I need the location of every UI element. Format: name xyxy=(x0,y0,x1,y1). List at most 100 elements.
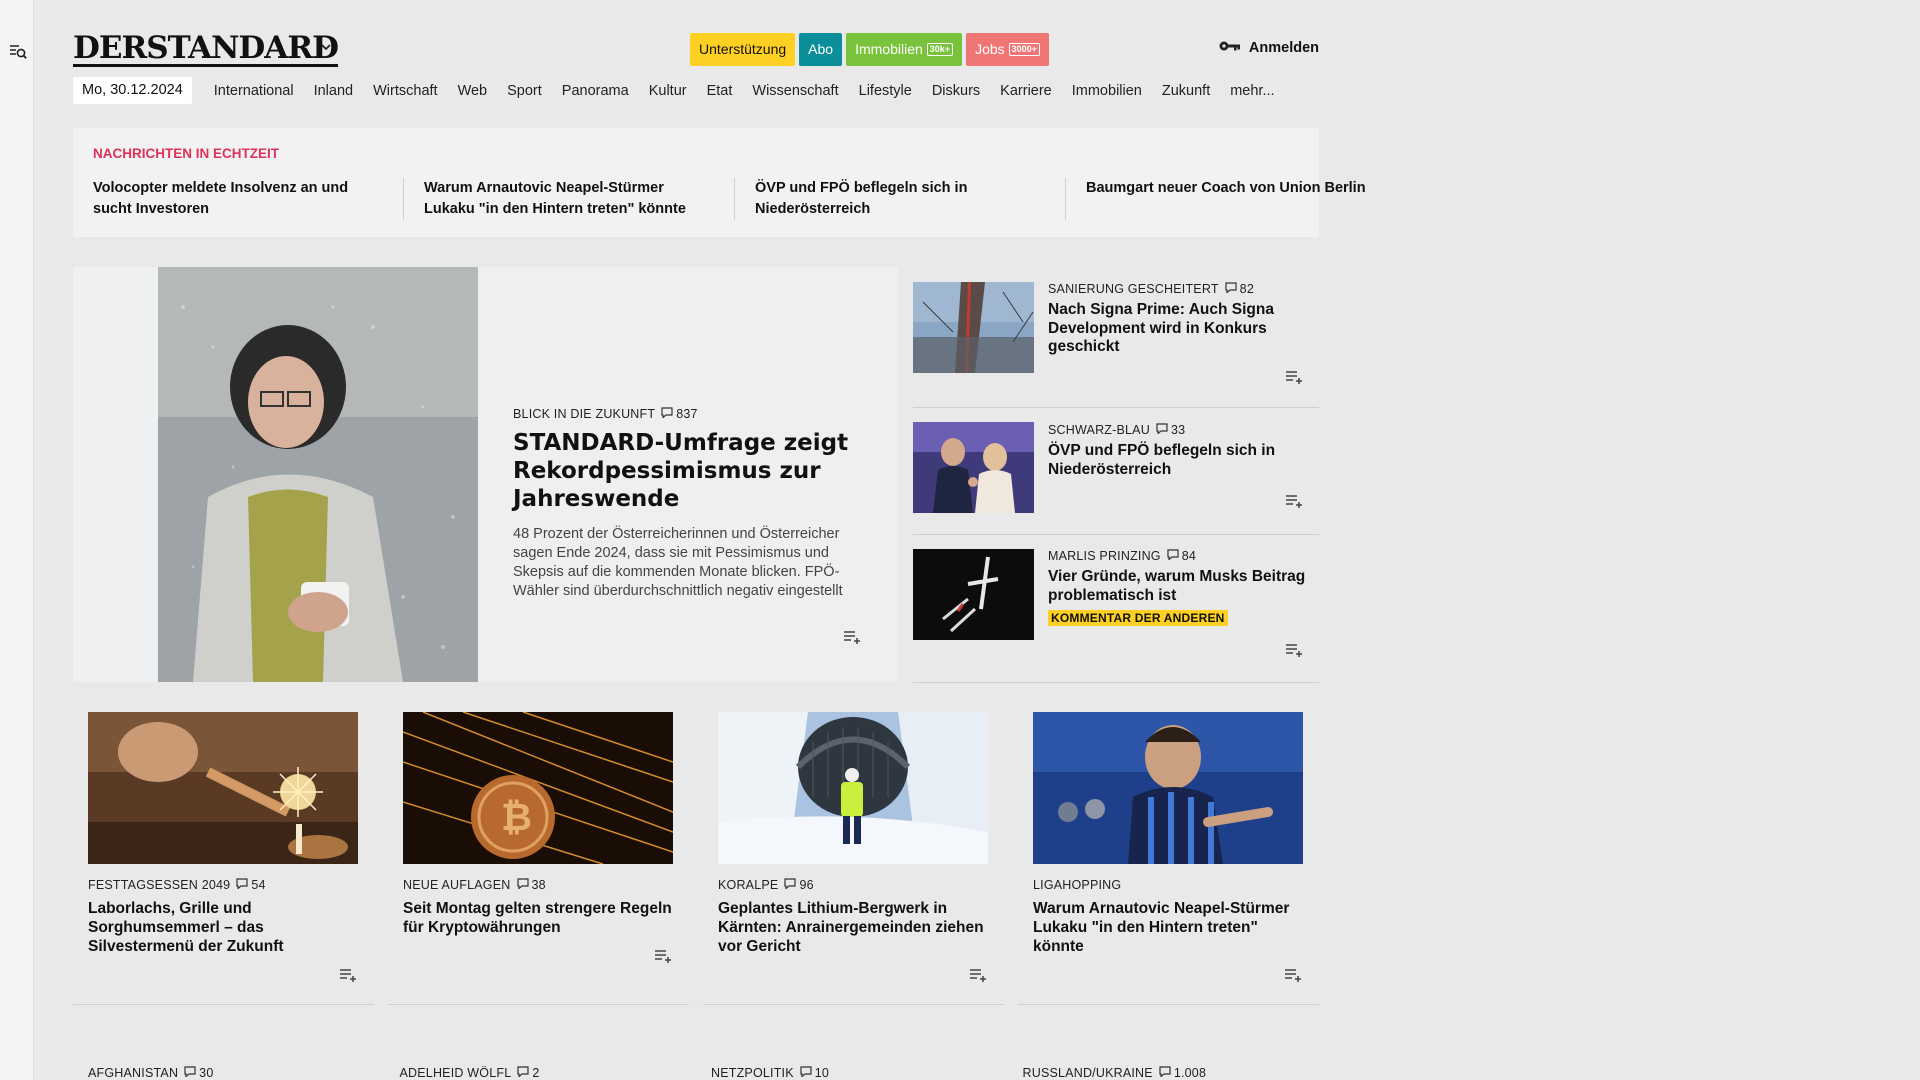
comment-icon xyxy=(236,878,248,892)
nav-item-diskurs[interactable]: Diskurs xyxy=(922,83,990,99)
article-card[interactable]: LIGAHOPPING Warum Arnautovic Neapel-Stür… xyxy=(1018,712,1319,1005)
hero-image xyxy=(73,267,478,682)
comment-count[interactable]: 10 xyxy=(800,1066,829,1080)
nav-item-karriere[interactable]: Karriere xyxy=(990,83,1062,99)
article-card[interactable]: ₿ NEUE AUFLAGEN 38 Seit Montag gelten str… xyxy=(388,712,689,1005)
nav-item-zukunft[interactable]: Zukunft xyxy=(1152,83,1220,99)
menu-search-icon[interactable] xyxy=(9,42,27,60)
side-article[interactable]: SCHWARZ-BLAU 33 ÖVP und FPÖ beflegeln sic… xyxy=(913,408,1319,535)
comment-count[interactable]: 54 xyxy=(236,878,265,892)
article-title[interactable]: Seit Montag gelten strengere Regeln für … xyxy=(403,899,673,937)
left-rail xyxy=(0,0,34,1080)
nav-item-etat[interactable]: Etat xyxy=(697,83,743,99)
comment-count[interactable]: 30 xyxy=(184,1066,213,1080)
article-title[interactable]: Warum Arnautovic Neapel-Stürmer Lukaku "… xyxy=(1033,899,1303,956)
nav-item-lifestyle[interactable]: Lifestyle xyxy=(849,83,922,99)
jobs-label: Jobs xyxy=(975,41,1005,57)
add-to-list-icon[interactable] xyxy=(654,949,674,963)
article-title[interactable]: Vier Gründe, warum Musks Beitrag problem… xyxy=(1048,568,1308,605)
comment-count-value: 82 xyxy=(1239,282,1254,296)
side-article[interactable]: SANIERUNG GESCHEITERT 82 Nach Signa Prime… xyxy=(913,267,1319,408)
immobilien-label: Immobilien xyxy=(855,41,923,57)
comment-count[interactable]: 2 xyxy=(517,1066,539,1080)
nav-item-immobilien[interactable]: Immobilien xyxy=(1062,83,1152,99)
article-image: ₿ xyxy=(403,712,673,864)
comment-count[interactable]: 38 xyxy=(516,878,546,892)
login-button[interactable]: Anmelden xyxy=(1219,40,1319,56)
comment-count[interactable]: 84 xyxy=(1167,549,1196,563)
comment-icon xyxy=(784,878,797,892)
nav-item-international[interactable]: International xyxy=(204,83,304,99)
comment-count-value: 30 xyxy=(199,1066,214,1080)
ticker-item[interactable]: Baumgart neuer Coach von Union Berlin xyxy=(1086,178,1397,220)
kicker-label: LIGAHOPPING xyxy=(1033,878,1122,892)
hero-kicker: BLICK IN DIE ZUKUNFT 837 xyxy=(513,407,873,421)
hero-kicker-label: BLICK IN DIE ZUKUNFT xyxy=(513,407,656,421)
comment-count[interactable]: 33 xyxy=(1156,423,1185,437)
promo-bar: Unterstützung Abo Immobilien 30k+ Jobs 300… xyxy=(690,33,1049,66)
kicker-label: KORALPE xyxy=(718,878,779,892)
hero-title[interactable]: STANDARD-Umfrage zeigt Re­kordpessimismu… xyxy=(513,429,873,513)
comment-count-value: 84 xyxy=(1181,549,1197,563)
add-to-list-icon[interactable] xyxy=(1285,370,1305,384)
comment-icon xyxy=(1159,1066,1171,1080)
comment-count[interactable]: 82 xyxy=(1225,282,1254,296)
article-title[interactable]: Nach Signa Prime: Auch Signa Development… xyxy=(1048,301,1308,357)
article-thumbnail xyxy=(913,549,1034,640)
article-grid: FESTTAGSESSEN 2049 54 Laborlachs, Grille … xyxy=(73,712,1319,1005)
comment-icon xyxy=(516,878,529,892)
support-button[interactable]: Unterstützung xyxy=(690,33,796,66)
kicker-label: FESTTAGSESSEN 2049 xyxy=(88,878,231,892)
nav-item-wissenschaft[interactable]: Wissenschaft xyxy=(742,83,848,99)
article-title[interactable]: ÖVP und FPÖ beflegeln sich in Niederöste… xyxy=(1048,442,1308,479)
nav-item-kultur[interactable]: Kultur xyxy=(639,83,697,99)
comment-count-value: 54 xyxy=(251,878,266,892)
nav-item-wirtschaft[interactable]: Wirtschaft xyxy=(363,83,447,99)
side-article[interactable]: MARLIS PRINZING 84 Vier Gründe, warum Mus… xyxy=(913,535,1319,683)
article-kicker: AFGHANISTAN 30 xyxy=(73,1066,371,1080)
article-card[interactable]: FESTTAGSESSEN 2049 54 Laborlachs, Grille … xyxy=(73,712,374,1005)
kicker-label: RUSSLAND/UKRAINE xyxy=(1022,1066,1153,1080)
comment-icon xyxy=(800,1066,812,1080)
side-article-text: SCHWARZ-BLAU 33 ÖVP und FPÖ beflegeln sic… xyxy=(1048,423,1308,479)
live-ticker: NACHRICHTEN IN ECHTZEIT Volocopter melde… xyxy=(73,128,1366,237)
article-thumbnail xyxy=(913,282,1034,373)
article-kicker: MARLIS PRINZING 84 xyxy=(1048,549,1308,563)
nav-item-sport[interactable]: Sport xyxy=(497,83,552,99)
article-kicker: NEUE AUFLAGEN 38 xyxy=(403,878,546,892)
login-label: Anmelden xyxy=(1248,40,1319,56)
comment-count-value: 837 xyxy=(676,407,698,421)
article-title[interactable]: Geplantes Lithium-Bergwerk in Kärnten: A… xyxy=(718,899,988,956)
ticker-item[interactable]: Volocopter meldete Insolvenz an und such… xyxy=(93,178,404,220)
abo-button[interactable]: Abo xyxy=(799,33,843,66)
add-to-list-icon[interactable] xyxy=(1285,643,1305,657)
ticker-item[interactable]: ÖVP und FPÖ beflegeln sich in Niederöste… xyxy=(755,178,1066,220)
article-title[interactable]: Laborlachs, Grille und Sorghumsemmerl – … xyxy=(88,899,358,956)
add-to-list-icon[interactable] xyxy=(969,968,989,982)
article-image xyxy=(718,712,988,864)
nav-item-more[interactable]: mehr... xyxy=(1220,83,1284,99)
nav-item-web[interactable]: Web xyxy=(448,83,498,99)
ticker-list: Volocopter meldete Insolvenz an und such… xyxy=(93,178,1417,220)
comment-count[interactable]: 837 xyxy=(661,407,697,421)
article-kicker: ADELHEID WÖLFL 2 xyxy=(385,1066,683,1080)
comment-count-value: 33 xyxy=(1170,423,1186,437)
jobs-button[interactable]: Jobs 3000+ xyxy=(966,33,1049,66)
add-to-list-icon[interactable] xyxy=(1284,968,1304,982)
ticker-item[interactable]: Warum Arnautovic Neapel-Stürmer Lukaku "… xyxy=(424,178,735,220)
comment-count[interactable]: 1.008 xyxy=(1159,1066,1206,1080)
nav-item-panorama[interactable]: Panorama xyxy=(552,83,639,99)
article-kicker: SCHWARZ-BLAU 33 xyxy=(1048,423,1308,437)
nav-item-inland[interactable]: Inland xyxy=(304,83,364,99)
hero-article[interactable]: BLICK IN DIE ZUKUNFT 837 STANDARD-Umfrag… xyxy=(73,267,898,682)
add-to-list-icon[interactable] xyxy=(339,968,359,982)
add-to-list-icon[interactable] xyxy=(1285,494,1305,508)
site-logo[interactable]: DERSTANDARD xyxy=(73,30,339,67)
immobilien-button[interactable]: Immobilien 30k+ xyxy=(846,33,963,66)
comment-icon xyxy=(1225,282,1237,296)
comment-count[interactable]: 96 xyxy=(784,878,814,892)
add-to-list-icon[interactable] xyxy=(843,630,863,644)
article-kicker: SANIERUNG GESCHEITERT 82 xyxy=(1048,282,1308,296)
article-card[interactable]: KORALPE 96 Geplantes Lithium-Bergwerk in … xyxy=(703,712,1004,1005)
chevron-down-icon[interactable] xyxy=(319,40,333,54)
